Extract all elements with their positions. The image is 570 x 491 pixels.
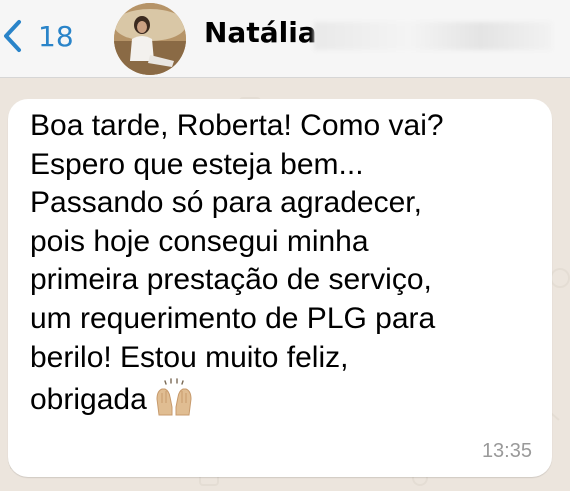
chevron-left-icon (4, 20, 21, 52)
message-bubble[interactable]: Boa tarde, Roberta! Como vai? Espero que… (8, 99, 552, 477)
redacted-surname (314, 22, 552, 50)
back-button[interactable]: 18 (0, 14, 74, 58)
contact-name[interactable]: Natália (204, 16, 317, 49)
avatar[interactable] (114, 3, 186, 75)
message-text-block: Boa tarde, Roberta! Como vai? Espero que… (30, 107, 530, 428)
avatar-photo (114, 3, 186, 75)
raising-hands-emoji (153, 377, 195, 428)
unread-count: 18 (38, 19, 74, 53)
message-timestamp: 13:35 (481, 440, 532, 462)
message-text: Boa tarde, Roberta! Como vai? Espero que… (30, 109, 444, 417)
chat-header: 18 Natália (0, 0, 570, 78)
